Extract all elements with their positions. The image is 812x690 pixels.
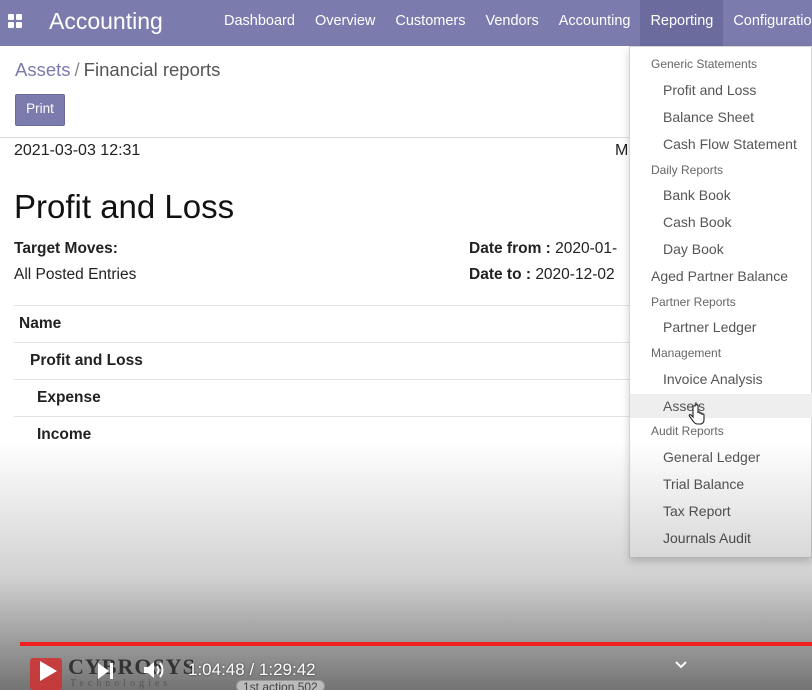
video-time-display: 1:04:48 / 1:29:42 (188, 660, 316, 679)
target-moves-label: Target Moves: (14, 240, 118, 257)
date-to-value: 2020-12-02 (535, 266, 615, 283)
dropdown-item-trial-balance[interactable]: Trial Balance (630, 472, 812, 496)
dropdown-item-partner-ledger[interactable]: Partner Ledger (630, 315, 812, 339)
dropdown-header-management: Management (651, 346, 722, 360)
menu-vendors[interactable]: Vendors (475, 0, 548, 46)
table-row[interactable]: Income (14, 416, 634, 453)
dropdown-item-bank-book[interactable]: Bank Book (630, 183, 812, 207)
date-from-value: 2020-01- (555, 240, 618, 257)
menu-reporting[interactable]: Reporting (640, 0, 724, 46)
breadcrumb-separator: / (74, 59, 80, 80)
dropdown-header-audit: Audit Reports (651, 424, 724, 438)
report-table: Name Profit and Loss Expense Income (14, 305, 634, 453)
date-to: Date to : 2020-12-02 (469, 266, 615, 284)
video-progress-bar[interactable] (20, 642, 812, 646)
top-navbar: Accounting Dashboard Overview Customers … (0, 0, 812, 46)
next-icon[interactable] (96, 662, 116, 680)
dropdown-header-generic: Generic Statements (651, 57, 758, 71)
dropdown-item-balance-sheet[interactable]: Balance Sheet (630, 105, 812, 129)
play-icon[interactable] (38, 660, 58, 682)
menu-dashboard[interactable]: Dashboard (214, 0, 305, 46)
dropdown-item-assets[interactable]: Assets (630, 394, 812, 418)
dropdown-item-tax-report[interactable]: Tax Report (630, 499, 812, 523)
menu-configuration[interactable]: Configuration (723, 0, 812, 46)
hand-pointer-icon (688, 404, 705, 425)
target-moves-value: All Posted Entries (14, 266, 137, 283)
bottom-tag: 1st action 502 (236, 680, 325, 690)
dropdown-item-aged-partner-balance[interactable]: Aged Partner Balance (630, 264, 812, 288)
breadcrumb-current: Financial reports (83, 59, 221, 80)
print-button[interactable]: Print (15, 94, 65, 126)
apps-grid-icon[interactable] (8, 14, 22, 28)
table-row[interactable]: Expense (14, 379, 634, 416)
volume-icon[interactable] (143, 660, 165, 680)
date-from-label: Date from : (469, 240, 551, 257)
dropdown-item-day-book[interactable]: Day Book (630, 237, 812, 261)
report-truncated-text: M (615, 142, 629, 159)
watermark-logo-text: CYBROSYS (68, 654, 196, 679)
dropdown-item-general-ledger[interactable]: General Ledger (630, 445, 812, 469)
dropdown-item-invoice-analysis[interactable]: Invoice Analysis (630, 367, 812, 391)
table-header-name: Name (14, 305, 634, 342)
app-brand[interactable]: Accounting (49, 8, 163, 35)
chevron-down-icon[interactable] (674, 660, 688, 670)
breadcrumb-parent-link[interactable]: Assets (15, 59, 71, 80)
menu-customers[interactable]: Customers (385, 0, 475, 46)
dropdown-item-profit-and-loss[interactable]: Profit and Loss (630, 78, 812, 102)
main-menu: Dashboard Overview Customers Vendors Acc… (214, 0, 812, 46)
dropdown-header-partner: Partner Reports (651, 295, 736, 309)
report-printed-at: 2021-03-03 12:31 (14, 142, 141, 159)
reporting-dropdown: Generic Statements Profit and Loss Balan… (629, 46, 812, 558)
dropdown-header-daily: Daily Reports (651, 163, 724, 177)
table-row[interactable]: Profit and Loss (14, 342, 634, 379)
dropdown-item-cash-flow[interactable]: Cash Flow Statement (630, 132, 812, 156)
dropdown-item-journals-audit[interactable]: Journals Audit (630, 526, 812, 550)
menu-overview[interactable]: Overview (305, 0, 385, 46)
menu-accounting[interactable]: Accounting (549, 0, 641, 46)
dropdown-item-cash-book[interactable]: Cash Book (630, 210, 812, 234)
date-to-label: Date to : (469, 266, 531, 283)
breadcrumb: Assets / Financial reports (15, 59, 220, 81)
report-title: Profit and Loss (14, 188, 235, 225)
date-from: Date from : 2020-01- (469, 240, 617, 258)
